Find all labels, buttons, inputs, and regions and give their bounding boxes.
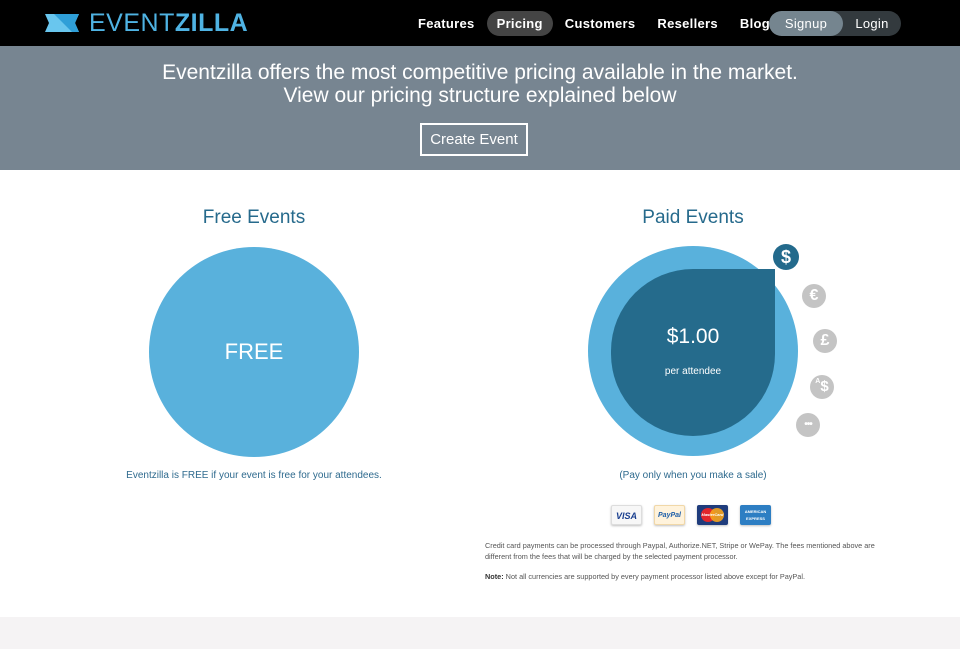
hero-subheadline: View our pricing structure explained bel…: [283, 84, 677, 107]
currency-eur-icon[interactable]: €: [802, 284, 826, 308]
hero-banner: Eventzilla offers the most competitive p…: [0, 46, 960, 170]
free-badge-text: FREE: [224, 339, 284, 364]
currency-gbp-icon[interactable]: £: [813, 329, 837, 353]
paid-caption: (Pay only when you make a sale): [619, 470, 767, 481]
nav-pricing[interactable]: Pricing: [486, 11, 553, 36]
paid-price: $1.00: [666, 325, 720, 348]
logo-text: EVENTZILLA: [89, 9, 249, 37]
paid-unit: per attendee: [664, 366, 722, 377]
payment-cards: VISA PayPal MasterCard AMERICAN EXPRESS: [611, 505, 783, 525]
currency-note: Note: Not all currencies are supported b…: [485, 571, 895, 582]
free-caption: Eventzilla is FREE if your event is free…: [126, 470, 382, 481]
currency-usd-icon[interactable]: $: [773, 244, 799, 270]
main-nav: Features Pricing Customers Resellers Blo…: [408, 11, 782, 36]
auth-toggle: Signup Login: [769, 11, 901, 36]
nav-customers[interactable]: Customers: [555, 11, 646, 36]
login-button[interactable]: Login: [843, 11, 901, 36]
mastercard-label: MasterCard: [701, 512, 724, 517]
create-event-button[interactable]: Create Event: [420, 123, 528, 156]
logo[interactable]: EVENTZILLA: [45, 9, 249, 37]
mastercard-icon: MasterCard: [697, 505, 728, 525]
ticket-icon: [45, 14, 79, 32]
paid-events-title: Paid Events: [642, 207, 744, 228]
note-label: Note:: [485, 572, 504, 581]
paypal-icon: PayPal: [654, 505, 685, 525]
more-currencies-icon[interactable]: •••: [796, 413, 820, 437]
free-events-title: Free Events: [202, 207, 306, 228]
amex-line1: AMERICAN: [744, 509, 767, 514]
currency-aud-symbol: $: [820, 378, 829, 395]
currency-aud-icon[interactable]: A$: [810, 375, 834, 399]
hero-headline: Eventzilla offers the most competitive p…: [162, 61, 798, 84]
signup-button[interactable]: Signup: [769, 11, 843, 36]
footer: [0, 617, 960, 649]
amex-icon: AMERICAN EXPRESS: [740, 505, 771, 525]
free-circle: FREE: [149, 247, 359, 457]
amex-line2: EXPRESS: [746, 516, 765, 521]
logo-text-bold: ZILLA: [174, 9, 249, 37]
logo-text-light: EVENT: [89, 9, 175, 37]
processor-note: Credit card payments can be processed th…: [485, 541, 875, 561]
note-text: Not all currencies are supported by ever…: [503, 572, 806, 581]
visa-icon: VISA: [611, 505, 642, 525]
paid-price-drop: $1.00 per attendee: [611, 269, 775, 436]
nav-features[interactable]: Features: [408, 11, 485, 36]
nav-resellers[interactable]: Resellers: [647, 11, 728, 36]
top-navbar: EVENTZILLA Features Pricing Customers Re…: [0, 0, 960, 46]
